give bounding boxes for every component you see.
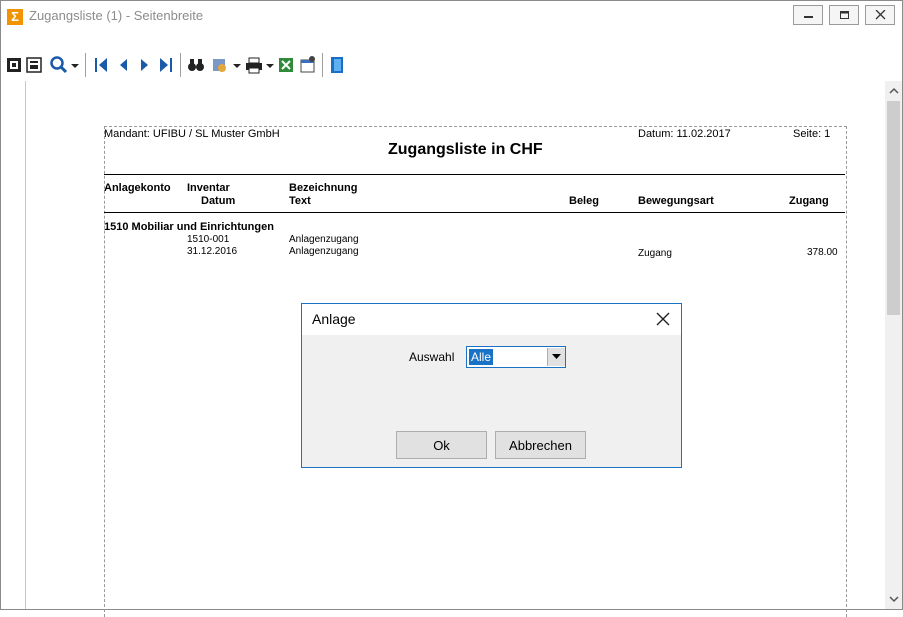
- group-heading: 1510 Mobiliar und Einrichtungen: [104, 221, 274, 233]
- exit-door-icon[interactable]: [329, 55, 345, 75]
- sigma-app-icon: Σ: [7, 9, 23, 25]
- window-title: Zugangsliste (1) - Seitenbreite: [29, 8, 204, 23]
- toolbar-separator: [180, 53, 181, 77]
- col-inventar: Inventar: [187, 182, 230, 194]
- dialog-close-icon[interactable]: [654, 310, 672, 328]
- toolbar: [1, 33, 902, 81]
- cancel-button[interactable]: Abbrechen: [495, 431, 586, 459]
- anlage-dialog: Anlage Auswahl Alle Ok Abbrechen: [301, 303, 682, 468]
- toolbar-separator: [85, 53, 86, 77]
- row-1-bezeichnung: Anlagenzugang: [289, 234, 359, 245]
- toolbar-separator: [322, 53, 323, 77]
- close-window-button[interactable]: [865, 5, 895, 25]
- dialog-title: Anlage: [312, 311, 356, 327]
- close-icon: [875, 10, 886, 20]
- preview-window: Σ Zugangsliste (1) - Seitenbreite Mandan…: [0, 0, 903, 617]
- properties-icon[interactable]: [299, 55, 317, 75]
- auswahl-dropdown-button[interactable]: [547, 348, 565, 366]
- header-top-rule: [104, 174, 845, 175]
- col-beleg: Beleg: [569, 195, 599, 207]
- row-2-bewegungsart: Zugang: [638, 248, 672, 259]
- col-bewegungsart: Bewegungsart: [638, 195, 714, 207]
- ok-button[interactable]: Ok: [396, 431, 487, 459]
- title-bar: Σ Zugangsliste (1) - Seitenbreite: [1, 1, 902, 33]
- header-bottom-rule: [104, 212, 845, 213]
- print-dropdown-icon[interactable]: [265, 55, 275, 75]
- scroll-down-icon[interactable]: [889, 595, 899, 603]
- dialog-title-bar: Anlage: [302, 304, 681, 335]
- row-2-zugang: 378.00: [807, 247, 838, 258]
- search-binoculars-icon[interactable]: [187, 55, 205, 75]
- page-view-icon[interactable]: [6, 55, 22, 75]
- zoom-dropdown-icon[interactable]: [70, 55, 80, 75]
- row-2-datum: 31.12.2016: [187, 246, 238, 257]
- next-page-icon[interactable]: [139, 55, 151, 75]
- previous-page-icon[interactable]: [117, 55, 129, 75]
- first-page-icon[interactable]: [94, 55, 108, 75]
- row-1-inventar: 1510-001: [187, 234, 230, 245]
- printer-setup-icon[interactable]: [26, 55, 42, 75]
- print-icon[interactable]: [245, 55, 263, 75]
- col-text: Text: [289, 195, 311, 207]
- col-datum: Datum: [201, 195, 236, 207]
- auswahl-selected-value: Alle: [469, 349, 494, 365]
- zoom-icon[interactable]: [49, 55, 67, 75]
- col-zugang: Zugang: [789, 195, 829, 207]
- seite-label: Seite: 1: [793, 128, 831, 140]
- restore-icon: [840, 11, 849, 19]
- row-2-text: Anlagenzugang: [289, 246, 359, 257]
- chevron-down-icon: [552, 354, 561, 359]
- last-page-icon[interactable]: [159, 55, 173, 75]
- scroll-up-icon[interactable]: [889, 87, 899, 95]
- col-bezeichnung: Bezeichnung: [289, 182, 358, 194]
- minimize-button[interactable]: [793, 5, 823, 25]
- excel-export-icon[interactable]: [277, 55, 295, 75]
- col-anlagekonto: Anlagekonto: [104, 182, 171, 194]
- minimize-icon: [804, 16, 813, 18]
- auswahl-select[interactable]: Alle: [466, 346, 566, 368]
- restore-button[interactable]: [829, 5, 859, 25]
- mandant-label: Mandant: UFIBU / SL Muster GmbH: [104, 128, 280, 140]
- export-dropdown-icon[interactable]: [232, 55, 242, 75]
- auswahl-label: Auswahl: [409, 350, 455, 364]
- datum-label: Datum: 11.02.2017: [638, 128, 731, 140]
- scrollbar-thumb[interactable]: [887, 101, 900, 315]
- report-title: Zugangsliste in CHF: [388, 141, 543, 158]
- export-icon[interactable]: [211, 55, 229, 75]
